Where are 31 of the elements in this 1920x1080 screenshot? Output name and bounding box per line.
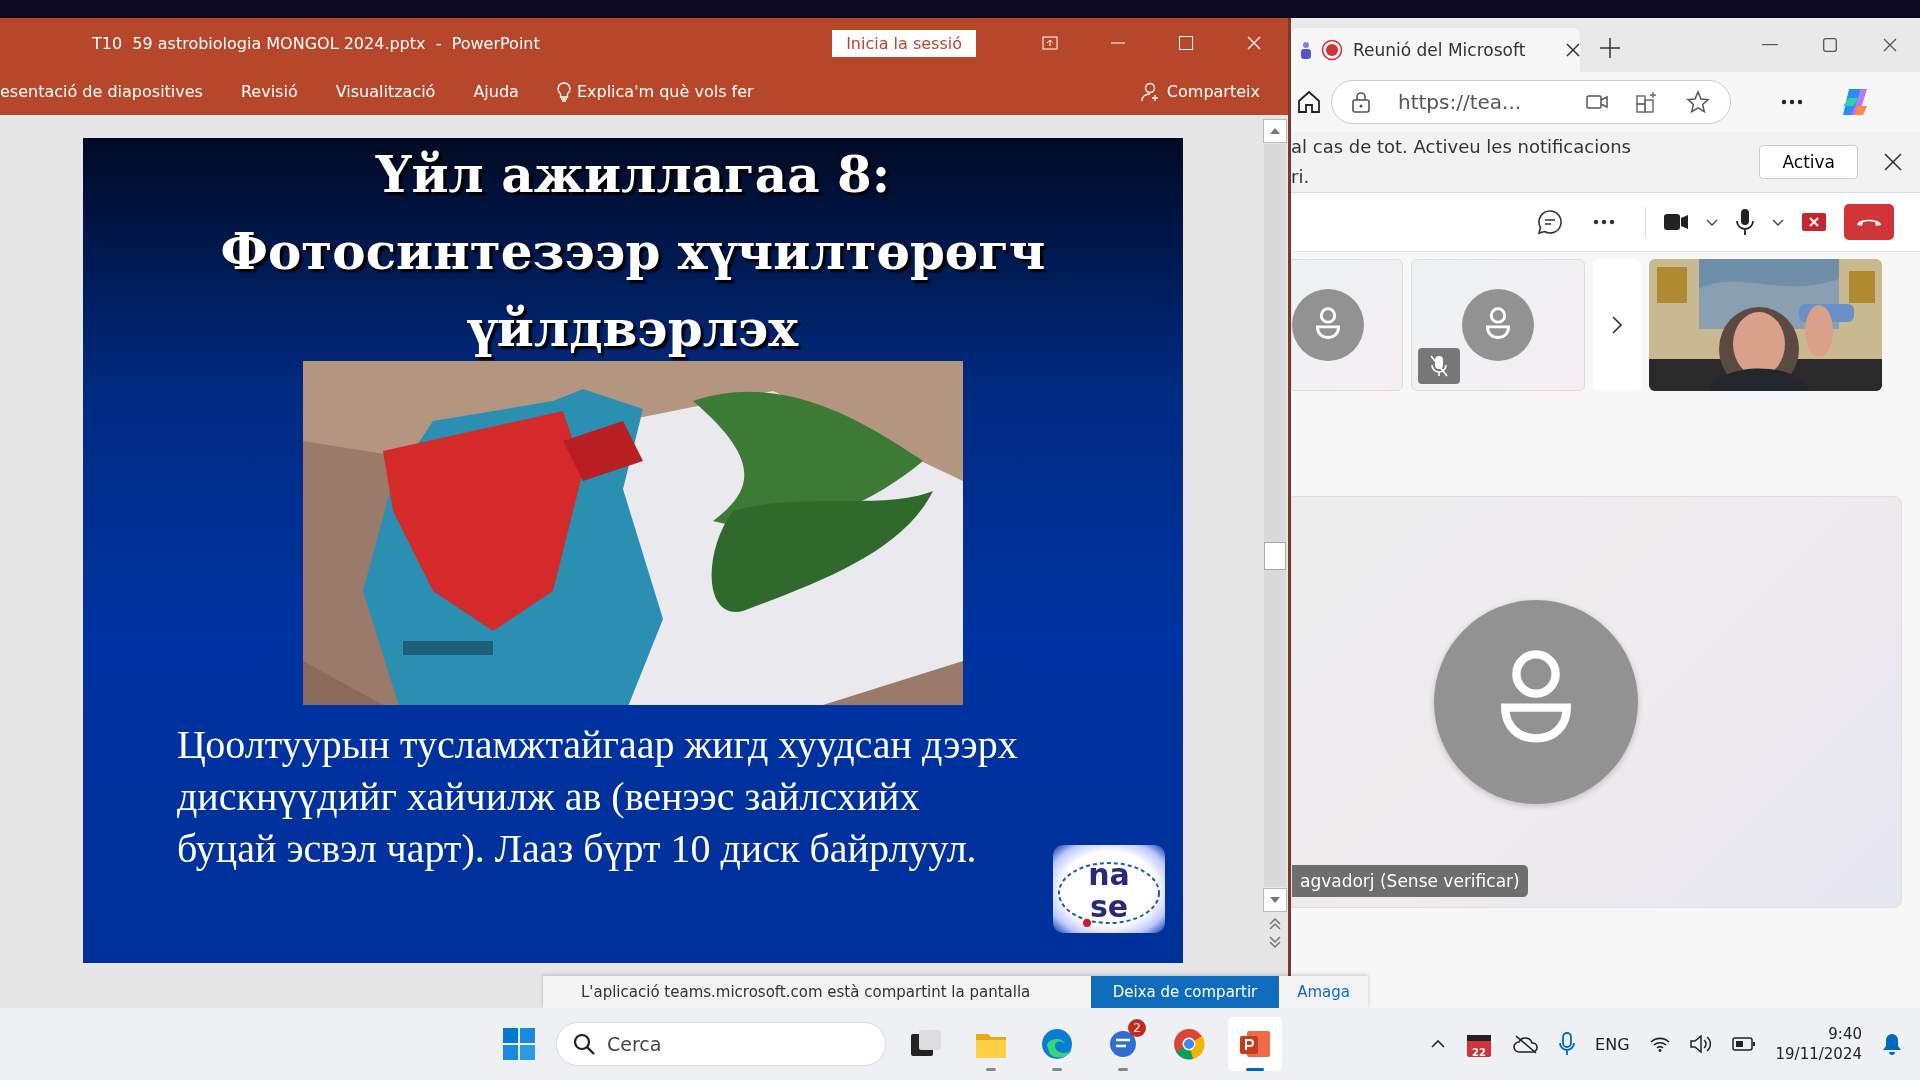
slide-title: Үйл ажиллагаа 8: — [375, 144, 891, 206]
ribbon-tab[interactable]: Revisió — [240, 78, 298, 105]
clock-time[interactable]: 9:40 — [1775, 1024, 1862, 1044]
window-title: T10 59 astrobiologia MONGOL 2024.pptx - PowerPoint — [92, 33, 541, 53]
logo: na se — [1053, 845, 1165, 933]
slide-title: үйлдвэрлэх — [467, 298, 799, 360]
taskbar-button[interactable]: 2 — [1096, 1017, 1150, 1071]
language-indicator[interactable]: ENG — [1595, 1034, 1630, 1054]
ribbon-tab[interactable]: Visualització — [335, 78, 436, 105]
search-placeholder: Cerca — [607, 1033, 662, 1055]
ribbon-tab[interactable]: esentació de diapositives — [0, 78, 203, 105]
participant-name: agvadorj (Sense verificar) — [1292, 865, 1528, 897]
notification-badge: 2 — [1128, 1019, 1146, 1037]
search-field[interactable]: Cerca — [556, 1022, 886, 1066]
browser-tab[interactable]: Reunió del Microsoft — [1291, 28, 1580, 72]
enable-button[interactable]: Activa — [1759, 145, 1858, 179]
sign-in-button[interactable]: Inicia la sessió — [832, 29, 976, 57]
hide-link[interactable]: Amaga — [1297, 983, 1350, 1001]
address-bar[interactable]: https://tea... — [1331, 80, 1731, 124]
stop-sharing-button[interactable]: Deixa de compartir — [1090, 976, 1280, 1008]
tab-title: Reunió del Microsoft — [1353, 40, 1527, 60]
ribbon-tab[interactable]: Ajuda — [473, 78, 519, 105]
calendar-day: 22 — [1465, 1047, 1494, 1058]
url-text: https://tea... — [1398, 90, 1523, 114]
share-button[interactable]: Comparteix — [1134, 80, 1266, 103]
search-hint[interactable]: Explica'm què vols fer — [576, 82, 754, 101]
sharing-message: L'aplicació teams.microsoft.com està compartint la pantalla — [581, 983, 1032, 1001]
slide-text: Цоолтуурын тусламжтайгаар жигд хуудсан дээрх дискнүүдийг хайчилж ав (венээс зайлсхийх буцай эсвэл чарт). Лааз бүрт 10 диск байрлуул. — [177, 721, 1018, 873]
slide-title: Фотосинтезээр хүчилтөрөгч — [220, 221, 1046, 283]
notification-text: al cas de tot. Activeu les notificacions ri. — [1291, 135, 1632, 189]
clock-date[interactable]: 19/11/2024 — [1775, 1044, 1862, 1064]
